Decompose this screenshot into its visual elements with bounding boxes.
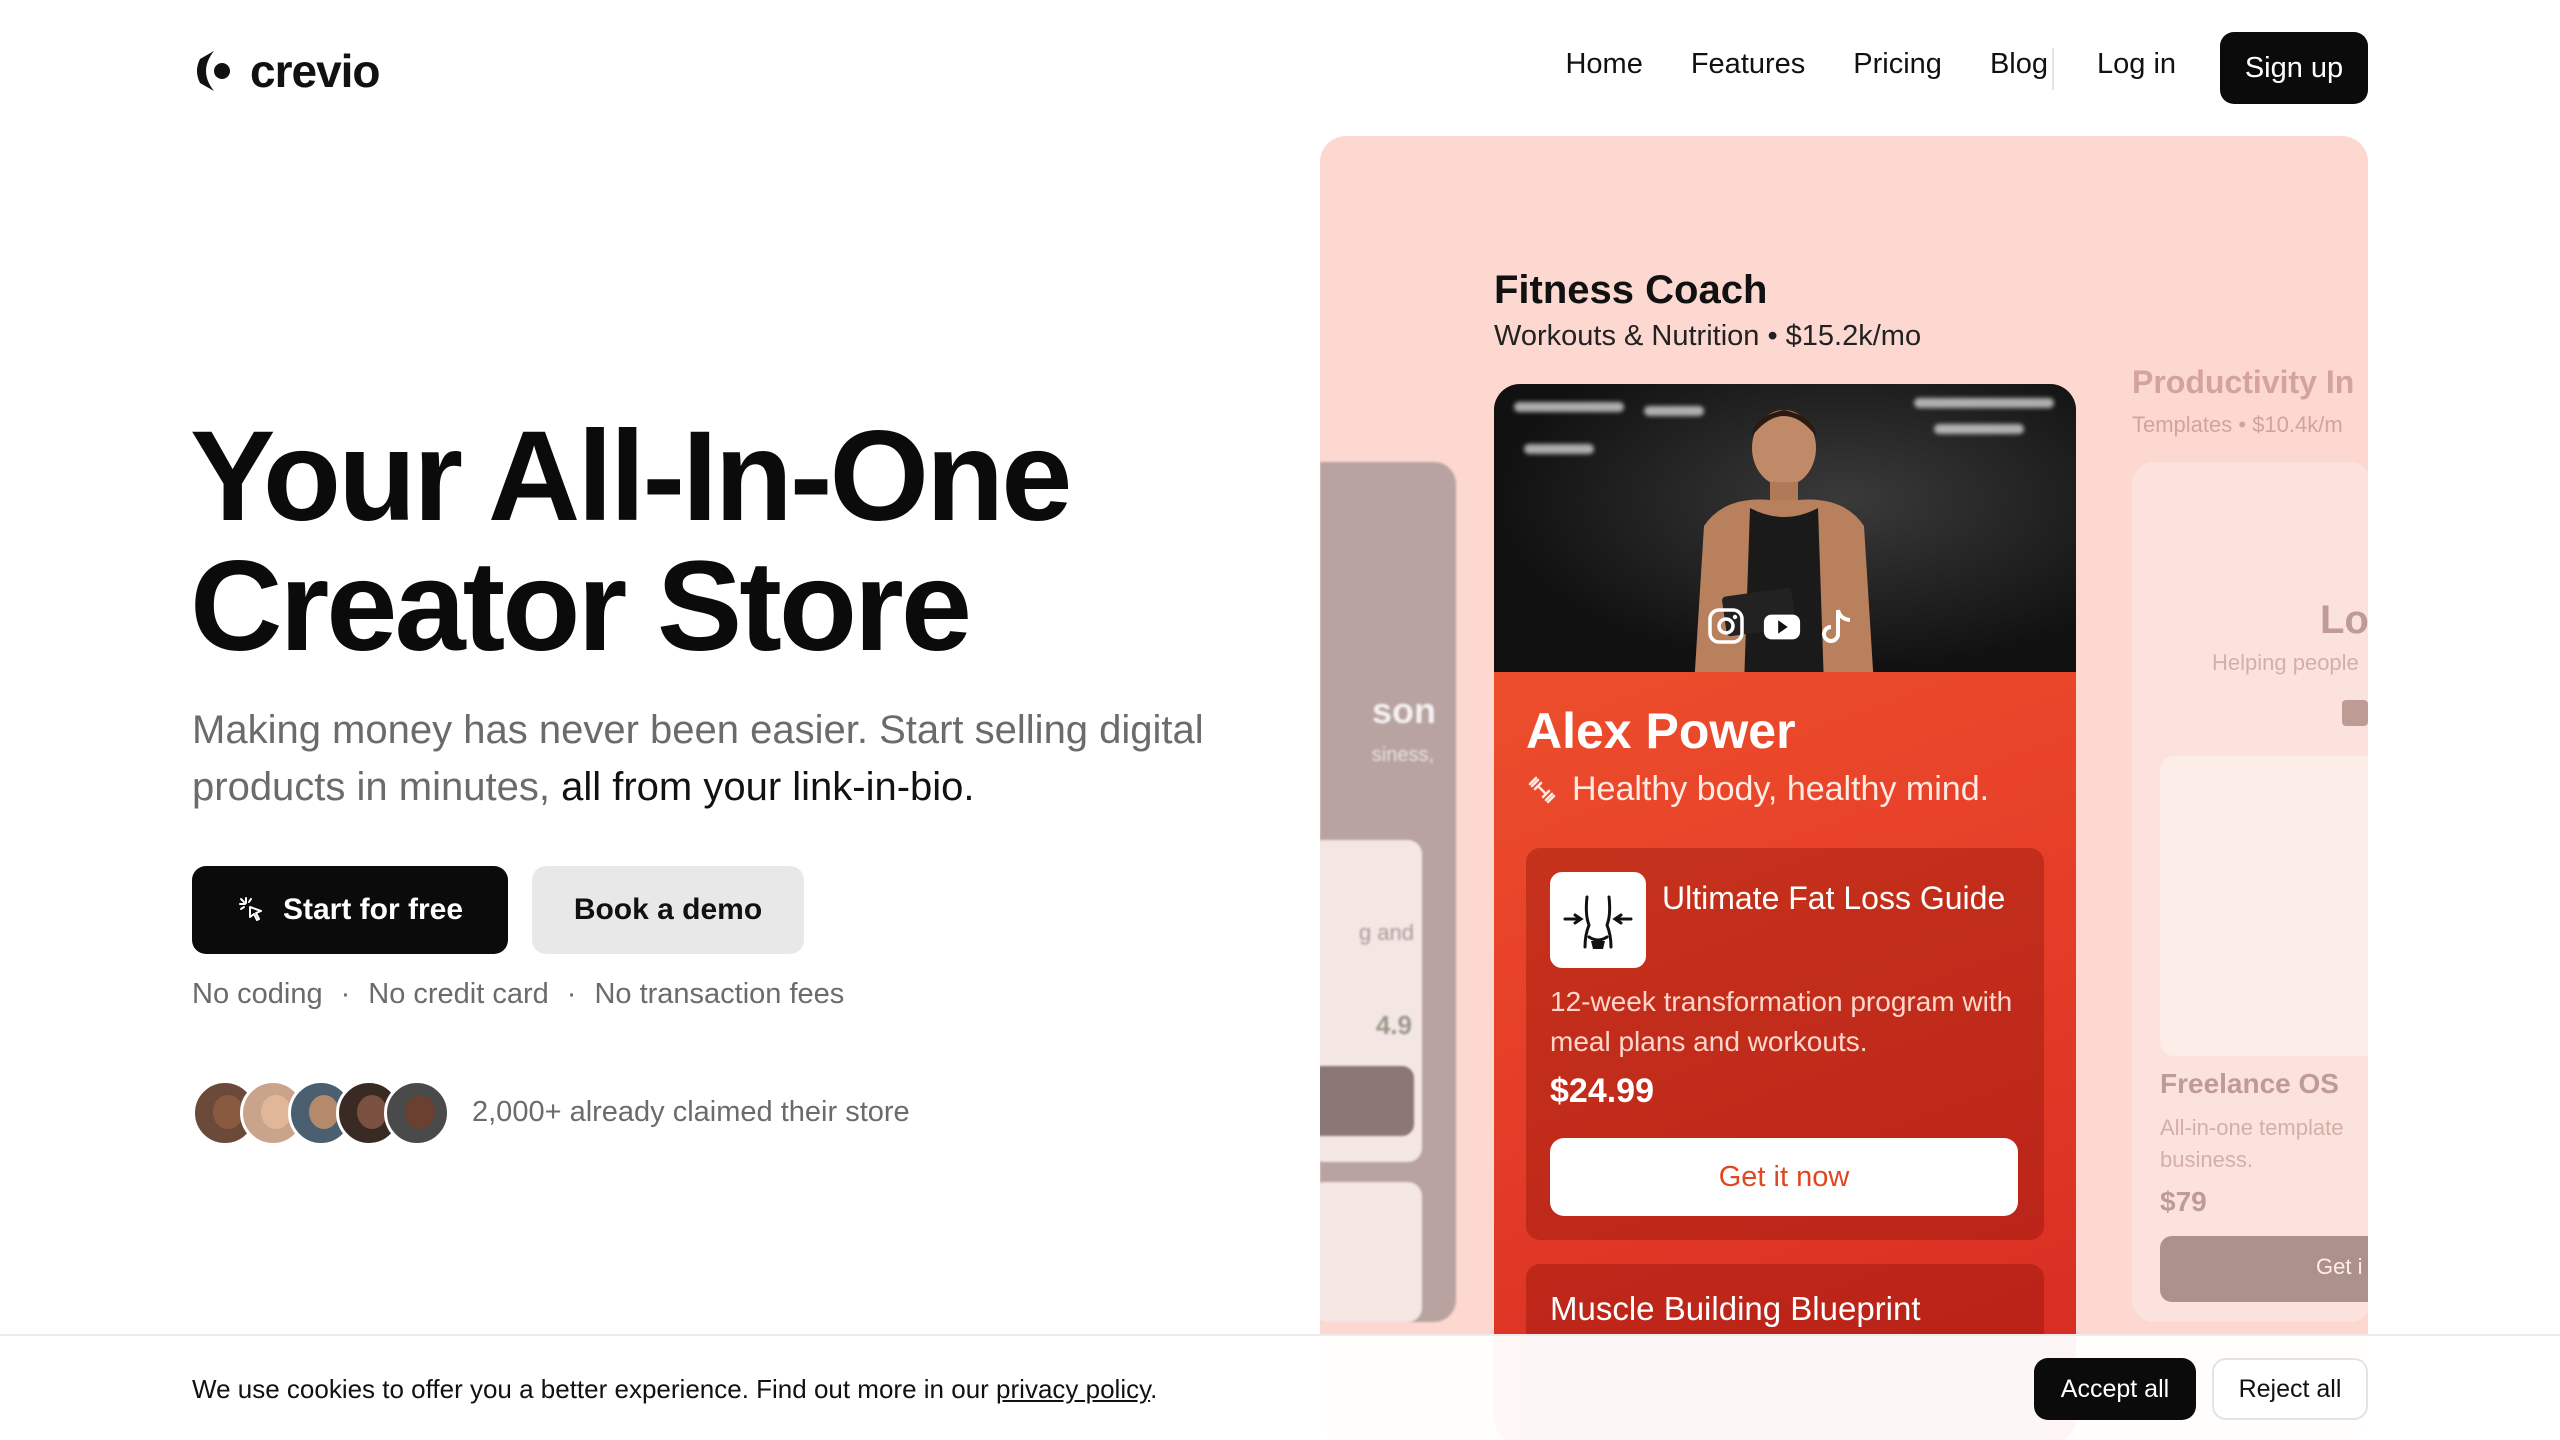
ghost-left-rating: 4.9 bbox=[1375, 1010, 1412, 1040]
creator-tagline: Healthy body, healthy mind. bbox=[1526, 770, 1989, 809]
hero-title-line2: Creator Store bbox=[190, 535, 972, 678]
ghost-left-card-2 bbox=[1320, 1182, 1422, 1322]
ghost-right-subtitle: Templates • $10.4k/m bbox=[2132, 412, 2343, 437]
product-card: Ultimate Fat Loss Guide 12-week transfor… bbox=[1526, 848, 2044, 1240]
ghost-left-button bbox=[1320, 1066, 1414, 1136]
ghost-right-preview bbox=[2160, 756, 2368, 1056]
signup-button[interactable]: Sign up bbox=[2220, 32, 2368, 104]
ghost-left-title: son bbox=[1371, 690, 1436, 731]
creator-name: Alex Power bbox=[1526, 703, 1796, 759]
perks-list: No coding · No credit card · No transact… bbox=[192, 978, 844, 1011]
cookie-message: We use cookies to offer you a better exp… bbox=[192, 1374, 989, 1404]
perk-no-credit-card: No credit card bbox=[368, 978, 549, 1010]
youtube-icon[interactable] bbox=[1762, 606, 1802, 646]
dumbbell-icon bbox=[1528, 776, 1556, 803]
nav-home[interactable]: Home bbox=[1565, 48, 1642, 81]
ghost-left-card: g and 4.9 bbox=[1320, 840, 1422, 1162]
tagline-text: Healthy body, healthy mind. bbox=[1572, 770, 1990, 808]
start-for-free-button[interactable]: Start for free bbox=[192, 866, 508, 954]
top-nav: crevio Home Features Pricing Blog Log in… bbox=[0, 0, 2560, 132]
get-it-now-button[interactable]: Get it now bbox=[1550, 1138, 2018, 1216]
nav-divider bbox=[2052, 48, 2054, 90]
product-price: $24.99 bbox=[1550, 1072, 1654, 1110]
hero-title: Your All-In-One Creator Store bbox=[190, 412, 1072, 672]
logo[interactable]: crevio bbox=[192, 44, 381, 98]
ghost-left-subtitle: siness, bbox=[1371, 744, 1434, 766]
product-thumbnail bbox=[1550, 872, 1646, 968]
book-demo-button[interactable]: Book a demo bbox=[532, 866, 804, 954]
avatar-stack bbox=[192, 1080, 450, 1146]
cookie-period: . bbox=[1150, 1374, 1158, 1404]
cookie-text: We use cookies to offer you a better exp… bbox=[192, 1374, 1157, 1405]
coach-photo bbox=[1494, 384, 2076, 672]
ghost-right-product-title: Freelance OS bbox=[2160, 1068, 2339, 1099]
instagram-icon[interactable] bbox=[1706, 606, 1746, 646]
ghost-store-left: son siness, g and 4.9 bbox=[1320, 462, 1456, 1322]
ghost-right-name: Lo bbox=[2320, 598, 2368, 642]
perk-separator: · bbox=[566, 978, 577, 1010]
brand-name: crevio bbox=[250, 45, 381, 97]
cookie-banner: We use cookies to offer you a better exp… bbox=[0, 1334, 2560, 1440]
waist-measure-icon bbox=[1563, 895, 1633, 949]
ghost-right-button: Get i bbox=[2160, 1236, 2368, 1302]
ghost-right-product-desc: All-in-one template business. bbox=[2160, 1115, 2344, 1172]
ghost-right-price: $79 bbox=[2160, 1186, 2207, 1217]
hero-subtitle: Making money has never been easier. Star… bbox=[192, 702, 1242, 816]
privacy-policy-link[interactable]: privacy policy bbox=[996, 1374, 1150, 1404]
nav-links: Home Features Pricing Blog bbox=[1565, 48, 2048, 81]
product-title: Ultimate Fat Loss Guide bbox=[1662, 880, 2006, 916]
coach-title: Fitness Coach bbox=[1494, 268, 1768, 312]
accept-all-button[interactable]: Accept all bbox=[2034, 1358, 2196, 1420]
ghost-right-helper: Helping people bbox=[2212, 650, 2359, 675]
perk-no-coding: No coding bbox=[192, 978, 323, 1010]
coach-subtitle: Workouts & Nutrition • $15.2k/mo bbox=[1494, 320, 1922, 352]
reject-all-button[interactable]: Reject all bbox=[2212, 1358, 2368, 1420]
avatar bbox=[384, 1080, 450, 1146]
ghost-left-card-text: g and bbox=[1358, 920, 1414, 945]
nav-features[interactable]: Features bbox=[1691, 48, 1805, 81]
creator-showcase: son siness, g and 4.9 Productivity In Te… bbox=[1320, 136, 2368, 1440]
login-link[interactable]: Log in bbox=[2097, 48, 2176, 81]
social-links bbox=[1706, 606, 1858, 646]
sparkle-cursor-icon bbox=[238, 897, 262, 921]
linkedin-icon bbox=[2342, 700, 2368, 726]
nav-pricing[interactable]: Pricing bbox=[1853, 48, 1942, 81]
product-2-title: Muscle Building Blueprint bbox=[1550, 1290, 1921, 1327]
start-for-free-label: Start for free bbox=[282, 893, 464, 926]
crevio-logo-icon bbox=[197, 51, 230, 91]
ghost-right-title: Productivity In bbox=[2132, 364, 2355, 400]
hero-title-line1: Your All-In-One bbox=[190, 405, 1072, 548]
nav-blog[interactable]: Blog bbox=[1990, 48, 2048, 81]
perk-no-fees: No transaction fees bbox=[594, 978, 845, 1010]
social-proof-text: 2,000+ already claimed their store bbox=[472, 1096, 910, 1128]
store-preview: Alex Power Healthy body, healthy mind. U… bbox=[1494, 384, 2076, 1440]
tiktok-icon[interactable] bbox=[1818, 606, 1858, 646]
perk-separator: · bbox=[340, 978, 351, 1010]
product-description: 12-week transformation program with meal… bbox=[1550, 986, 2013, 1057]
ghost-store-right: Productivity In Templates • $10.4k/m Lo … bbox=[2132, 136, 2368, 1440]
hero-subtitle-strong: all from your link-in-bio. bbox=[561, 765, 975, 809]
